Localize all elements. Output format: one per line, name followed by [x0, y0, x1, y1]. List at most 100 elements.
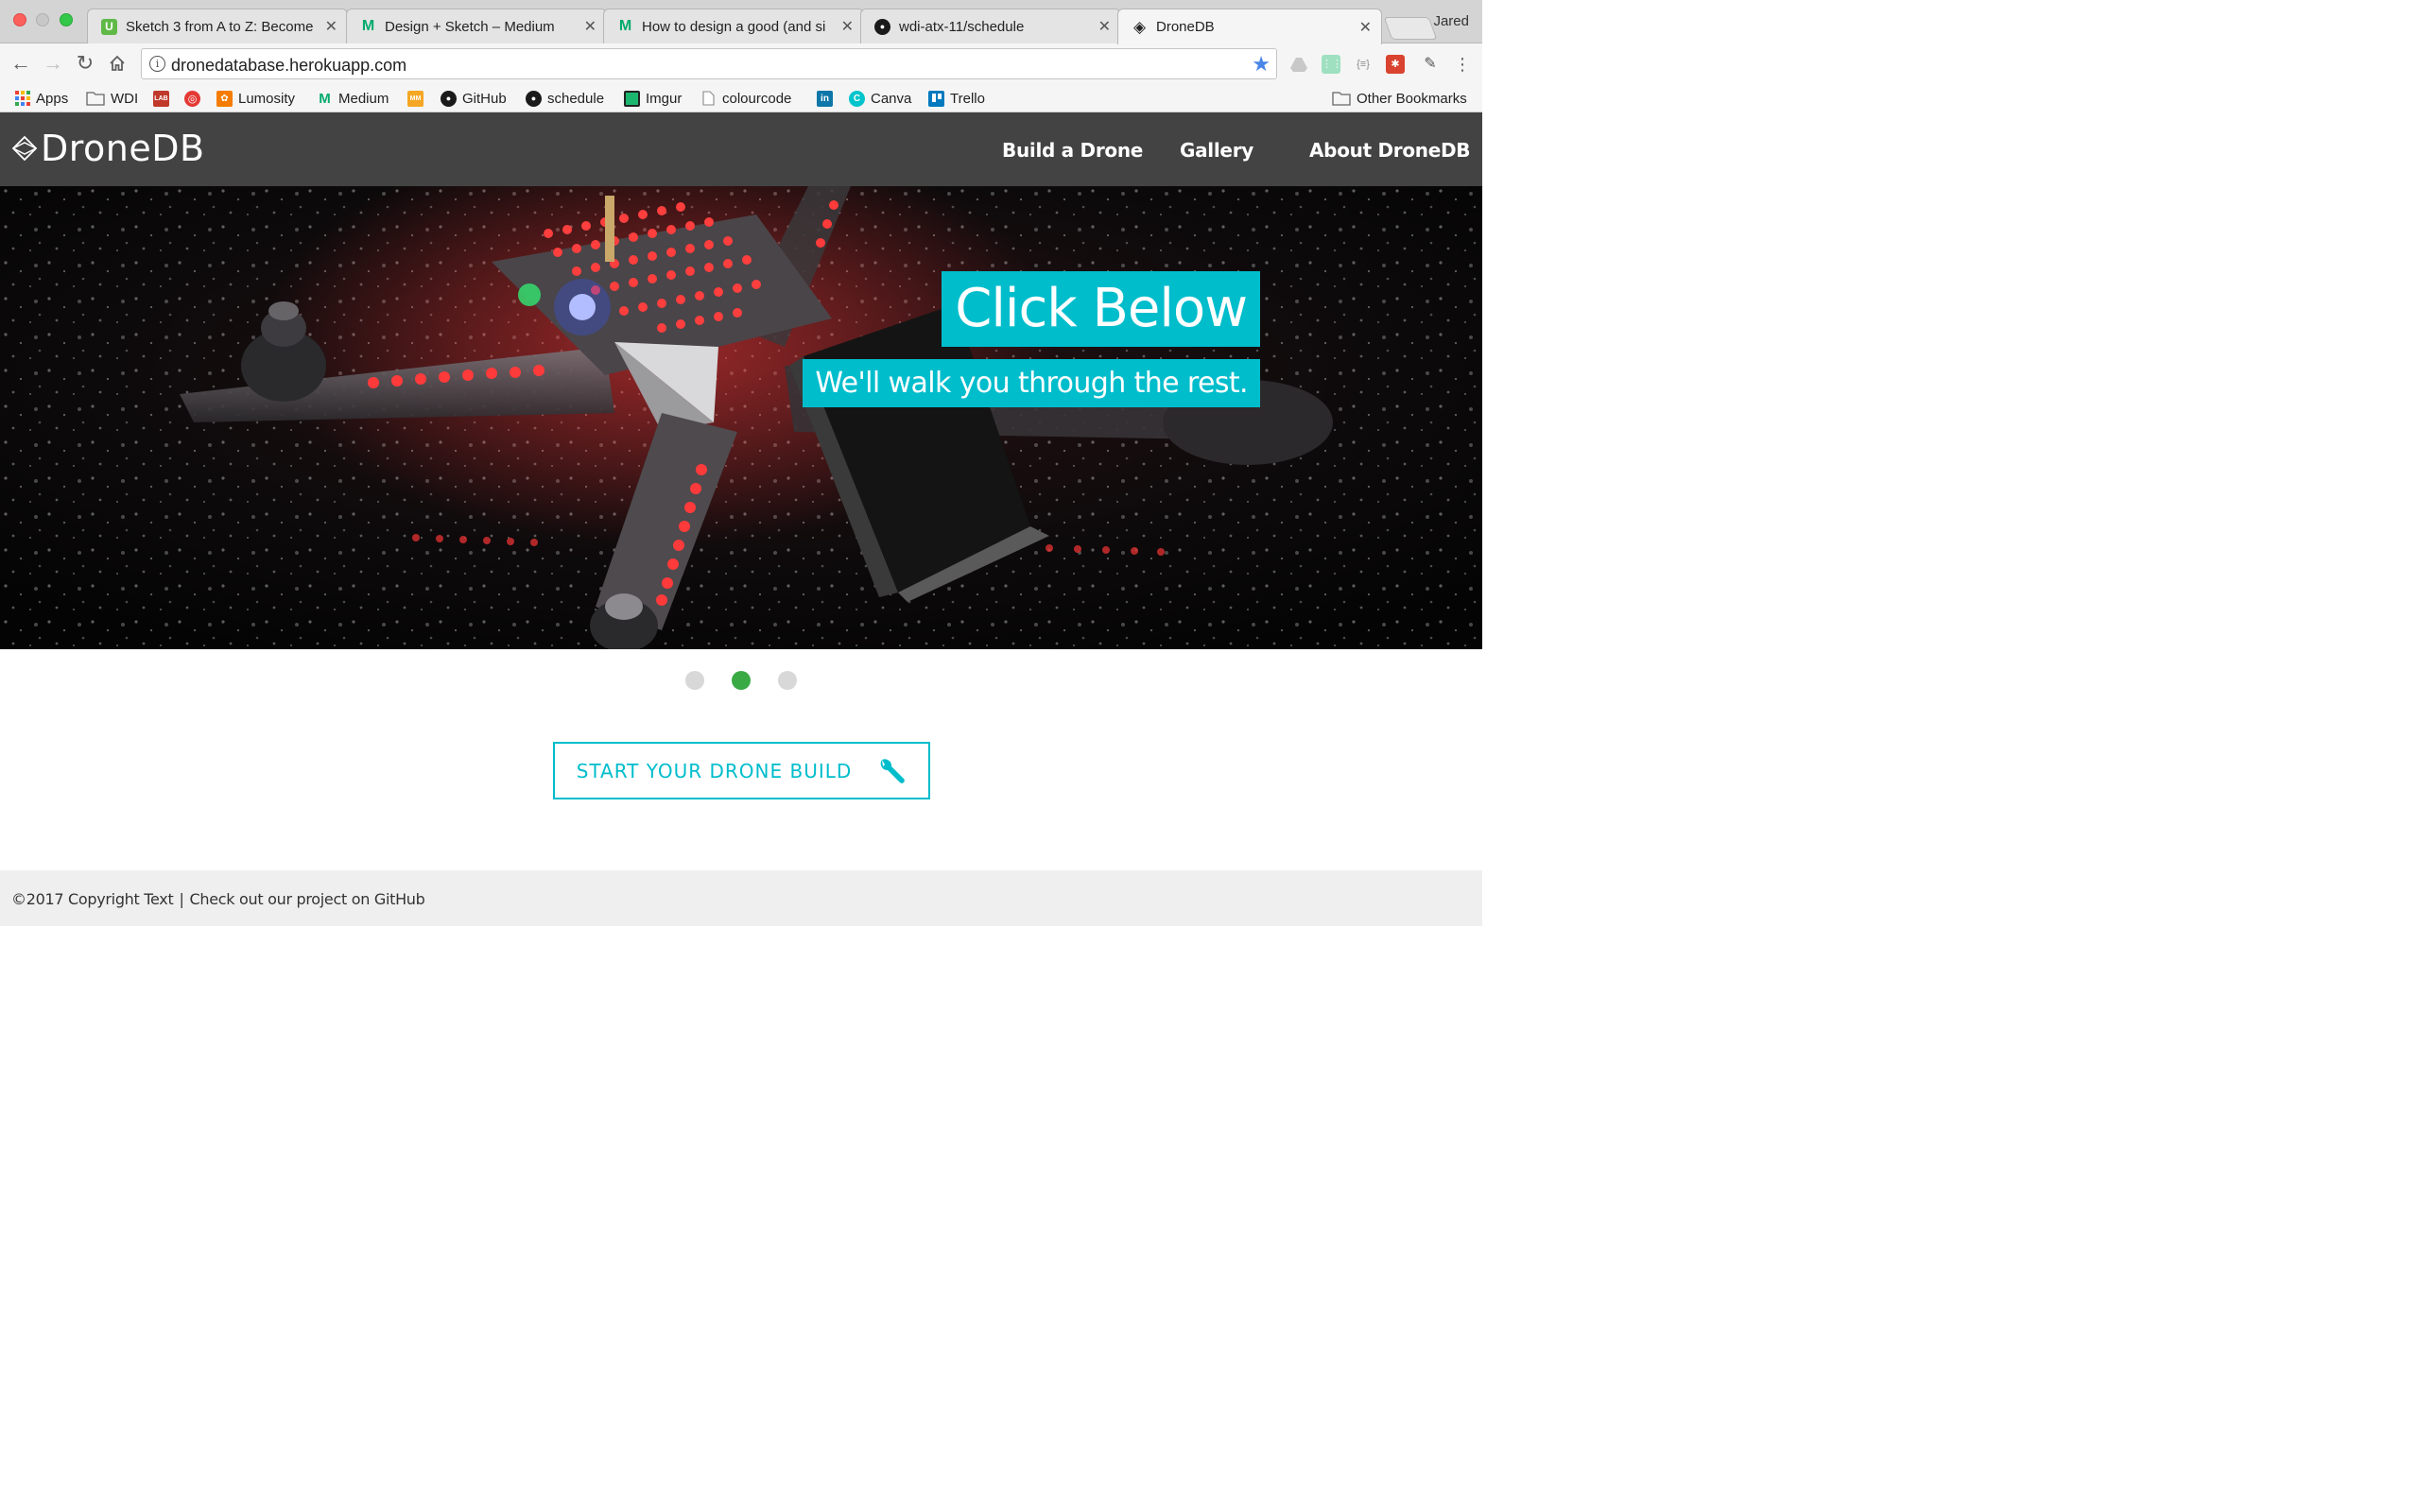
bookmarks-bar: Apps WDI LAB ◎ ✿ Lumosity M Medium MM ● … — [0, 84, 1482, 112]
carousel-indicators — [0, 671, 1482, 692]
bookmark-aperture[interactable]: ◎ — [184, 88, 206, 109]
footer-copyright: ©2017 Copyright Text — [11, 890, 174, 908]
close-window-button[interactable] — [13, 13, 26, 26]
canva-icon: C — [849, 90, 865, 107]
folder-icon — [1332, 91, 1351, 107]
site-header: DroneDB Build a Drone Gallery About Dron… — [0, 112, 1482, 186]
bookmark-label: Apps — [36, 90, 69, 107]
close-icon[interactable]: ✕ — [325, 17, 337, 36]
menu-dots-icon[interactable]: ⋮ — [1453, 55, 1472, 74]
footer-text: ©2017 Copyright Text | Check out our proje… — [11, 890, 425, 908]
hero-carousel: Click Below We'll walk you through the r… — [0, 186, 1482, 649]
close-icon[interactable]: ✕ — [841, 17, 854, 36]
bookmark-label: GitHub — [462, 90, 507, 107]
back-arrow-icon[interactable]: ← — [9, 51, 33, 76]
bookmark-label: schedule — [547, 90, 605, 107]
imgur-icon — [624, 90, 640, 107]
info-icon[interactable]: i — [149, 56, 165, 72]
bookmark-linkedin[interactable]: in — [817, 88, 838, 109]
carousel-dot[interactable] — [685, 671, 704, 690]
drone-hero-image — [0, 186, 1482, 649]
minimize-window-button[interactable] — [36, 13, 49, 26]
url-text: dronedatabase.herokuapp.com — [171, 56, 407, 75]
folder-icon — [86, 91, 105, 107]
start-drone-build-button[interactable]: START YOUR DRONE BUILD — [553, 742, 930, 799]
tab-title: How to design a good (and si — [642, 18, 826, 35]
nav-build-a-drone[interactable]: Build a Drone — [1002, 139, 1143, 162]
browser-tab[interactable]: ● wdi-atx-11/schedule ✕ — [860, 9, 1121, 43]
github-icon: ● — [874, 18, 890, 35]
browser-tab[interactable]: U Sketch 3 from A to Z: Become ✕ — [87, 9, 348, 43]
maximize-window-button[interactable] — [60, 13, 73, 26]
cta-label: START YOUR DRONE BUILD — [576, 759, 853, 782]
close-icon[interactable]: ✕ — [584, 17, 596, 36]
dronedb-logo-icon — [11, 135, 38, 162]
bookmark-label: WDI — [111, 90, 139, 107]
eyedropper-extension-icon[interactable]: ✎ — [1421, 55, 1440, 74]
bookmark-colourcode[interactable]: colourcode — [700, 88, 791, 109]
reload-icon[interactable]: ↻ — [73, 51, 97, 76]
lumosity-icon: ✿ — [216, 90, 233, 107]
site-logo[interactable]: DroneDB — [11, 128, 205, 169]
bookmark-star-icon[interactable]: ★ — [1252, 52, 1270, 77]
bookmark-canva[interactable]: C Canva — [849, 88, 911, 109]
home-icon[interactable] — [105, 51, 130, 76]
close-icon[interactable]: ✕ — [1098, 17, 1111, 36]
medium-icon: M — [618, 18, 632, 34]
logo-text: DroneDB — [41, 128, 205, 169]
tab-title: Design + Sketch – Medium — [385, 18, 555, 35]
browser-tab-active[interactable]: ◈ DroneDB ✕ — [1117, 9, 1382, 44]
tab-title: DroneDB — [1156, 19, 1215, 35]
bookmark-github[interactable]: ● GitHub — [441, 88, 507, 109]
page-icon — [700, 91, 717, 107]
bookmark-label: Lumosity — [238, 90, 296, 107]
new-tab-button[interactable] — [1383, 17, 1438, 40]
nav-about-dronedb[interactable]: About DroneDB — [1309, 139, 1471, 162]
bookmark-medium[interactable]: M Medium — [317, 88, 389, 109]
site-footer: ©2017 Copyright Text | Check out our proje… — [0, 870, 1482, 926]
bookmark-label: Canva — [871, 90, 912, 107]
bookmark-schedule[interactable]: ● schedule — [526, 88, 604, 109]
close-icon[interactable]: ✕ — [1359, 18, 1372, 37]
nav-gallery[interactable]: Gallery — [1180, 139, 1253, 162]
medium-icon: M — [319, 90, 331, 107]
profile-name[interactable]: Jared — [1433, 13, 1469, 29]
browser-tab[interactable]: M Design + Sketch – Medium ✕ — [346, 9, 607, 43]
bookmark-lumosity[interactable]: ✿ Lumosity — [216, 88, 295, 109]
bookmark-wdi[interactable]: WDI — [86, 88, 138, 109]
mm-icon: MM — [407, 90, 424, 107]
dronedb-icon: ◈ — [1132, 17, 1147, 36]
bookmark-label: Imgur — [646, 90, 683, 107]
github-icon: ● — [526, 90, 542, 107]
footer-separator: | — [179, 890, 184, 908]
hero-subtitle: We'll walk you through the rest. — [803, 359, 1260, 407]
footer-github-link[interactable]: Check out our project on GitHub — [190, 890, 425, 908]
carousel-dot[interactable] — [778, 671, 797, 690]
soundwave-extension-icon[interactable]: ⋮⋮ — [1322, 55, 1342, 74]
bookmark-label: colourcode — [722, 90, 792, 107]
wrench-icon — [881, 758, 906, 783]
bookmark-label: Trello — [950, 90, 985, 107]
browser-toolbar: ← → ↻ i dronedatabase.herokuapp.com ★ ⋮⋮… — [0, 43, 1482, 84]
aperture-icon: ◎ — [184, 90, 200, 107]
bookmark-apps[interactable]: Apps — [14, 88, 68, 109]
bookmark-imgur[interactable]: Imgur — [624, 88, 682, 109]
linkedin-icon: in — [817, 90, 833, 107]
forward-arrow-icon[interactable]: → — [41, 51, 65, 76]
bookmark-lab[interactable]: LAB — [153, 88, 175, 109]
bookmark-label: Medium — [338, 90, 389, 107]
bug-extension-icon[interactable]: ✱ — [1386, 55, 1405, 74]
carousel-dot-active[interactable] — [732, 671, 751, 690]
lab-icon: LAB — [153, 90, 169, 107]
drive-extension-icon[interactable] — [1289, 55, 1308, 74]
address-bar[interactable]: i dronedatabase.herokuapp.com ★ — [141, 48, 1277, 79]
browser-tab[interactable]: M How to design a good (and si ✕ — [603, 9, 864, 43]
hero-title: Click Below — [942, 271, 1260, 347]
tab-title: Sketch 3 from A to Z: Become — [126, 18, 314, 35]
bookmark-other[interactable]: Other Bookmarks — [1332, 88, 1467, 109]
bookmark-mm[interactable]: MM — [407, 88, 429, 109]
bookmark-trello[interactable]: Trello — [928, 88, 985, 109]
udemy-icon: U — [101, 18, 117, 35]
bookmark-label: Other Bookmarks — [1357, 90, 1467, 107]
json-extension-icon[interactable]: {≡} — [1354, 55, 1373, 74]
